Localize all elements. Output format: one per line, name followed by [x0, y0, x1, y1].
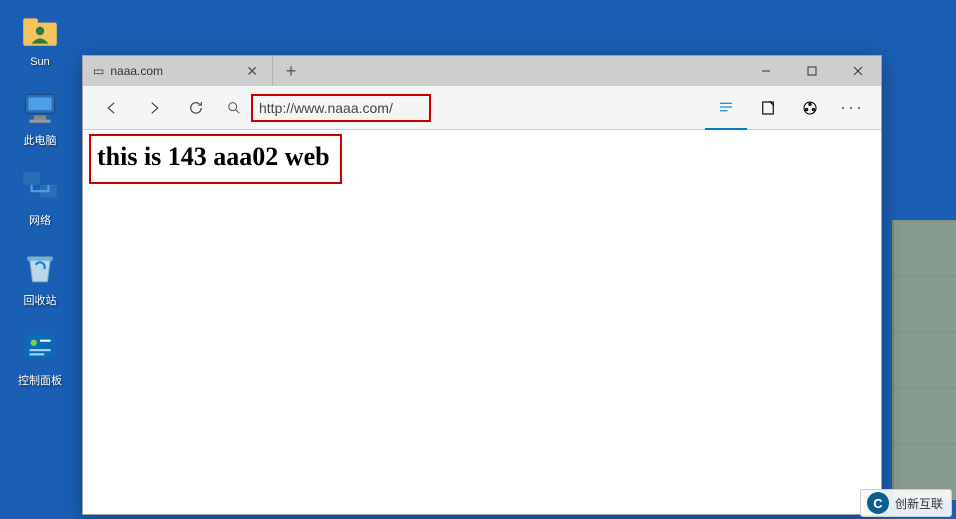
- tab-title: naaa.com: [110, 64, 242, 78]
- user-folder-icon: [19, 10, 61, 52]
- window-controls: [743, 56, 881, 86]
- url-input[interactable]: http://www.naaa.com/: [251, 94, 431, 122]
- desktop-icon-this-pc[interactable]: 此电脑: [8, 86, 72, 148]
- watermark-logo: C: [867, 492, 889, 514]
- minimize-button[interactable]: [743, 56, 789, 86]
- desktop-icons: Sun 此电脑 网络 回收站 控制面板: [8, 10, 72, 388]
- taskbar-peek-decor: [892, 220, 956, 500]
- page-content: this is 143 aaa02 web: [83, 130, 881, 188]
- reading-view-button[interactable]: [705, 86, 747, 130]
- toolbar: http://www.naaa.com/ ···: [83, 86, 881, 130]
- computer-icon: [19, 86, 61, 128]
- desktop-icon-label: 回收站: [24, 292, 57, 308]
- tab-close-button[interactable]: ✕: [242, 63, 262, 80]
- notes-button[interactable]: [747, 86, 789, 130]
- desktop: Sun 此电脑 网络 回收站 控制面板: [0, 0, 956, 519]
- more-icon: ···: [840, 97, 864, 118]
- watermark: C 创新互联: [860, 489, 952, 517]
- close-button[interactable]: [835, 56, 881, 86]
- desktop-icon-label: 网络: [29, 212, 51, 228]
- browser-window: ▭ naaa.com ✕ +: [82, 55, 882, 515]
- desktop-icon-label: 此电脑: [24, 132, 57, 148]
- watermark-text: 创新互联: [895, 495, 943, 512]
- network-icon: [19, 166, 61, 208]
- page-heading: this is 143 aaa02 web: [97, 142, 330, 172]
- toolbar-right: ···: [705, 86, 873, 130]
- page-icon: ▭: [93, 64, 104, 78]
- control-panel-icon: [19, 326, 61, 368]
- desktop-icon-network[interactable]: 网络: [8, 166, 72, 228]
- recycle-bin-icon: [19, 246, 61, 288]
- share-button[interactable]: [789, 86, 831, 130]
- desktop-icon-control-panel[interactable]: 控制面板: [8, 326, 72, 388]
- forward-button[interactable]: [133, 86, 175, 130]
- search-icon: [217, 93, 251, 123]
- new-tab-button[interactable]: +: [273, 56, 309, 86]
- desktop-icon-user[interactable]: Sun: [8, 10, 72, 68]
- back-button[interactable]: [91, 86, 133, 130]
- content-highlight-box: this is 143 aaa02 web: [89, 134, 342, 184]
- more-button[interactable]: ···: [831, 86, 873, 130]
- maximize-button[interactable]: [789, 56, 835, 86]
- refresh-button[interactable]: [175, 86, 217, 130]
- desktop-icon-label: Sun: [30, 56, 50, 68]
- tabs-row: ▭ naaa.com ✕ +: [83, 56, 881, 86]
- desktop-icon-label: 控制面板: [18, 372, 62, 388]
- desktop-icon-recycle-bin[interactable]: 回收站: [8, 246, 72, 308]
- browser-tab[interactable]: ▭ naaa.com ✕: [83, 56, 273, 86]
